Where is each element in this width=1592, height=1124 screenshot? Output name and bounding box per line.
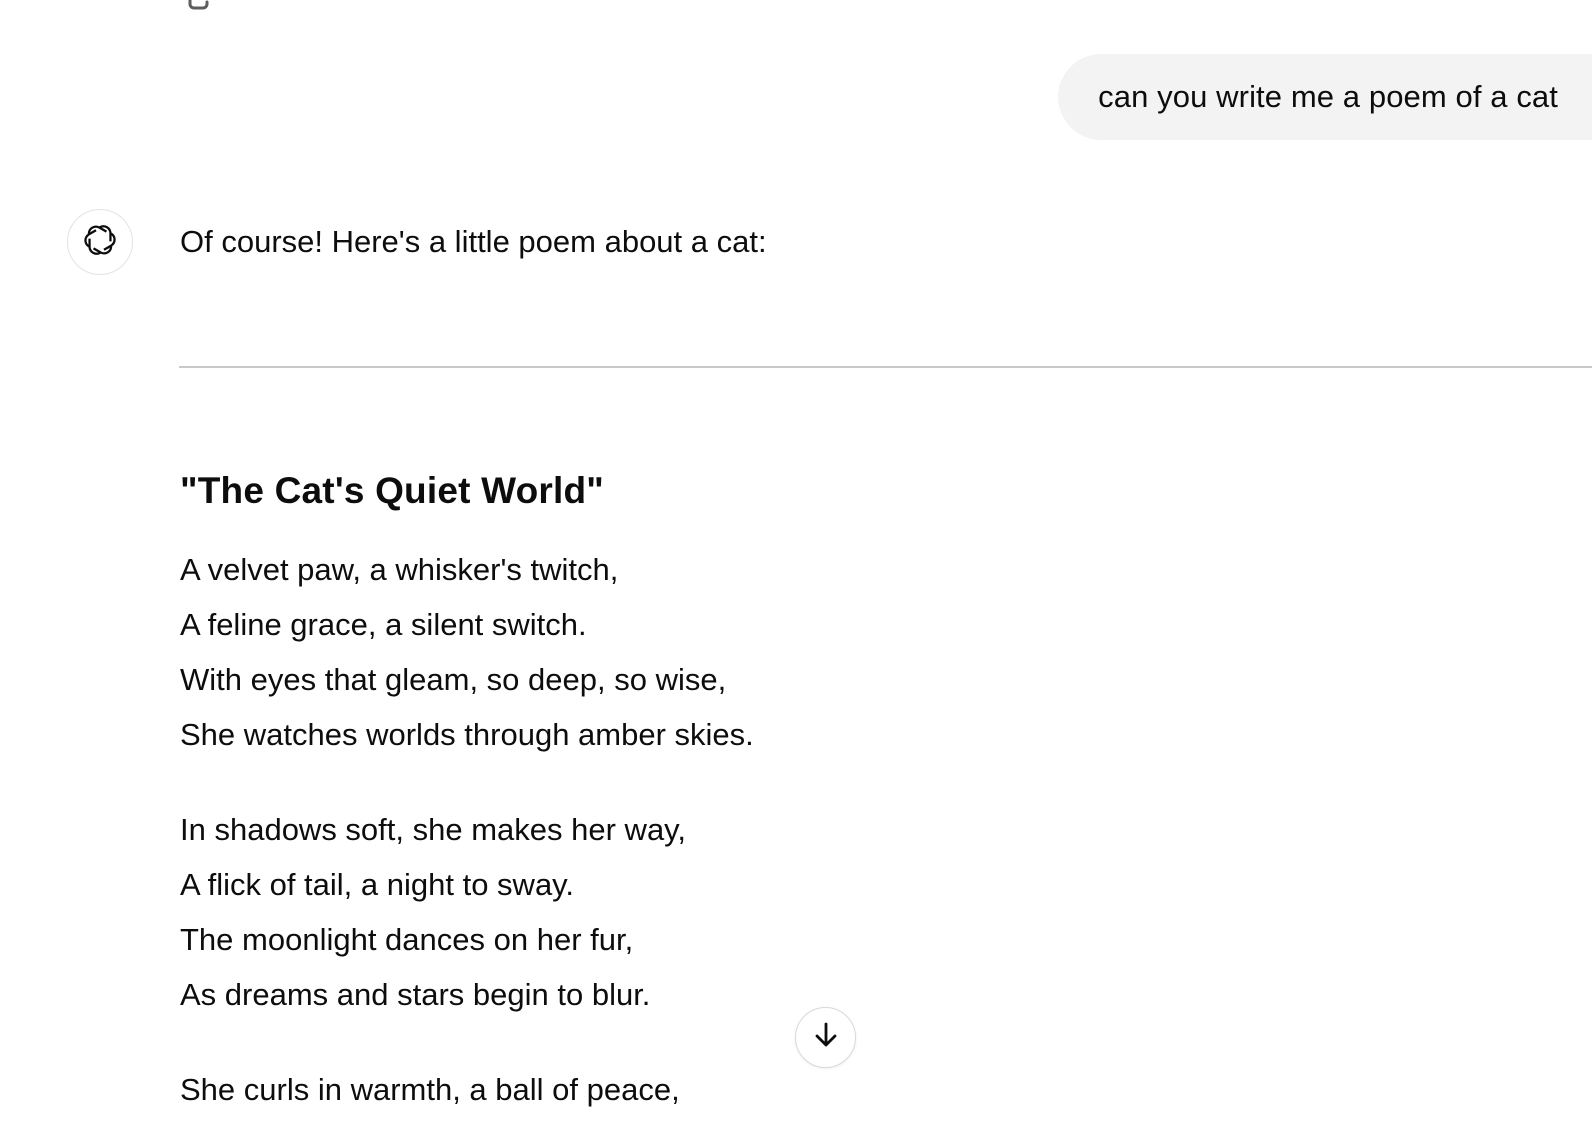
chat-page: can you write me a poem of a cat Of cour… xyxy=(0,0,1592,1124)
poem-stanza: She curls in warmth, a ball of peace, xyxy=(180,1062,680,1117)
assistant-avatar xyxy=(67,209,133,275)
poem-line: In shadows soft, she makes her way, xyxy=(180,812,686,847)
poem-stanza: In shadows soft, she makes her way, A fl… xyxy=(180,802,686,1022)
user-message-bubble: can you write me a poem of a cat xyxy=(1058,54,1592,140)
copy-icon xyxy=(185,0,219,17)
assistant-intro-text: Of course! Here's a little poem about a … xyxy=(180,224,767,259)
poem-line: With eyes that gleam, so deep, so wise, xyxy=(180,662,727,697)
poem-line: A velvet paw, a whisker's twitch, xyxy=(180,552,619,587)
poem-line: The moonlight dances on her fur, xyxy=(180,922,634,957)
poem-line: She watches worlds through amber skies. xyxy=(180,717,754,752)
poem-stanza: A velvet paw, a whisker's twitch, A feli… xyxy=(180,542,754,762)
arrow-down-icon xyxy=(811,1020,841,1055)
horizontal-divider xyxy=(179,366,1592,368)
poem-title: "The Cat's Quiet World" xyxy=(180,470,604,511)
poem-line: She curls in warmth, a ball of peace, xyxy=(180,1072,680,1107)
scroll-to-bottom-button[interactable] xyxy=(795,1007,856,1068)
poem-line: A flick of tail, a night to sway. xyxy=(180,867,574,902)
openai-logo-icon xyxy=(81,221,119,264)
user-message-text: can you write me a poem of a cat xyxy=(1098,79,1558,114)
poem-line: A feline grace, a silent switch. xyxy=(180,607,587,642)
poem-line: As dreams and stars begin to blur. xyxy=(180,977,651,1012)
copy-button[interactable] xyxy=(182,0,222,16)
